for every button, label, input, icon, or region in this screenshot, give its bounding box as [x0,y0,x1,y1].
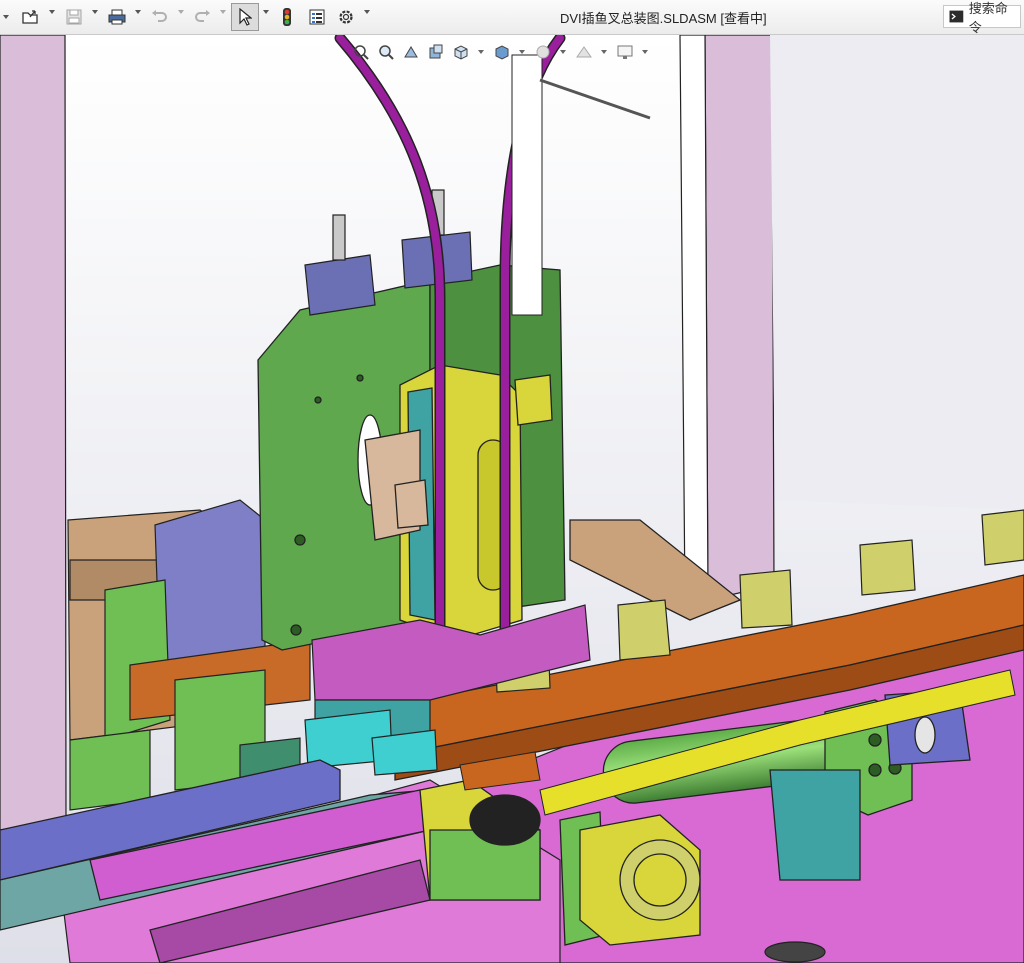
cad-graphics-area[interactable] [0,35,1024,963]
open-folder-icon [22,10,38,24]
previous-view-button[interactable] [400,42,421,63]
redo-icon [195,10,210,22]
view-orientation-dropdown-arrow-icon[interactable] [478,50,484,54]
menu-arrow-button[interactable] [2,4,10,30]
select-button[interactable] [231,3,259,31]
display-style-button[interactable] [491,42,512,63]
previous-view-icon [403,46,418,58]
appearance-dropdown-arrow-icon[interactable] [560,50,566,54]
zoom-area-icon [378,45,394,60]
print-button[interactable] [104,4,130,30]
scene-button[interactable] [573,42,594,63]
open-dropdown-arrow-icon[interactable] [49,10,55,14]
open-button[interactable] [18,4,44,30]
vertical-rod [511,54,543,316]
display-style-icon [495,45,508,60]
search-command-icon [949,10,964,23]
search-command-label: 搜索命令 [968,0,1008,35]
window-title: DVI插鱼叉总装图.SLDASM [查看中] [560,11,767,26]
print-icon [108,9,126,25]
select-dropdown-arrow-icon[interactable] [263,10,269,14]
traffic-light-icon [283,8,291,26]
zoom-area-button[interactable] [375,42,396,63]
options-button[interactable] [334,4,358,30]
dropdown-arrow-icon [3,15,9,19]
appearance-icon [536,45,549,59]
scene-icon [575,46,592,58]
rebuild-button[interactable] [276,4,298,30]
display-style-dropdown-arrow-icon[interactable] [519,50,525,54]
section-view-icon [429,44,442,59]
title-bar: DVI插鱼叉总装图.SLDASM [查看中] 搜索命令 [0,0,1024,35]
undo-dropdown-arrow-icon[interactable] [178,10,184,14]
zoom-to-fit-button[interactable] [350,42,371,63]
display-settings-icon [617,45,632,59]
properties-icon [309,9,325,25]
search-command-box[interactable]: 搜索命令 [943,1,1021,35]
display-settings-dropdown-arrow-icon[interactable] [642,50,648,54]
zoom-to-fit-icon [353,45,369,60]
cursor-icon [239,8,252,26]
appearance-button[interactable] [532,42,553,63]
redo-dropdown-arrow-icon[interactable] [220,10,226,14]
save-icon [66,9,82,25]
gear-icon [339,10,353,24]
save-button[interactable] [62,4,86,30]
options-dropdown-arrow-icon[interactable] [364,10,370,14]
file-properties-button[interactable] [305,4,329,30]
redo-button[interactable] [190,4,214,30]
display-settings-button[interactable] [614,42,635,63]
scene-dropdown-arrow-icon[interactable] [601,50,607,54]
undo-button[interactable] [148,4,172,30]
heads-up-view-toolbar [350,40,651,64]
view-orientation-icon [454,45,467,60]
view-orientation-button[interactable] [450,42,471,63]
undo-icon [152,10,167,22]
save-dropdown-arrow-icon[interactable] [92,10,98,14]
section-view-button[interactable] [425,42,446,63]
print-dropdown-arrow-icon[interactable] [135,10,141,14]
